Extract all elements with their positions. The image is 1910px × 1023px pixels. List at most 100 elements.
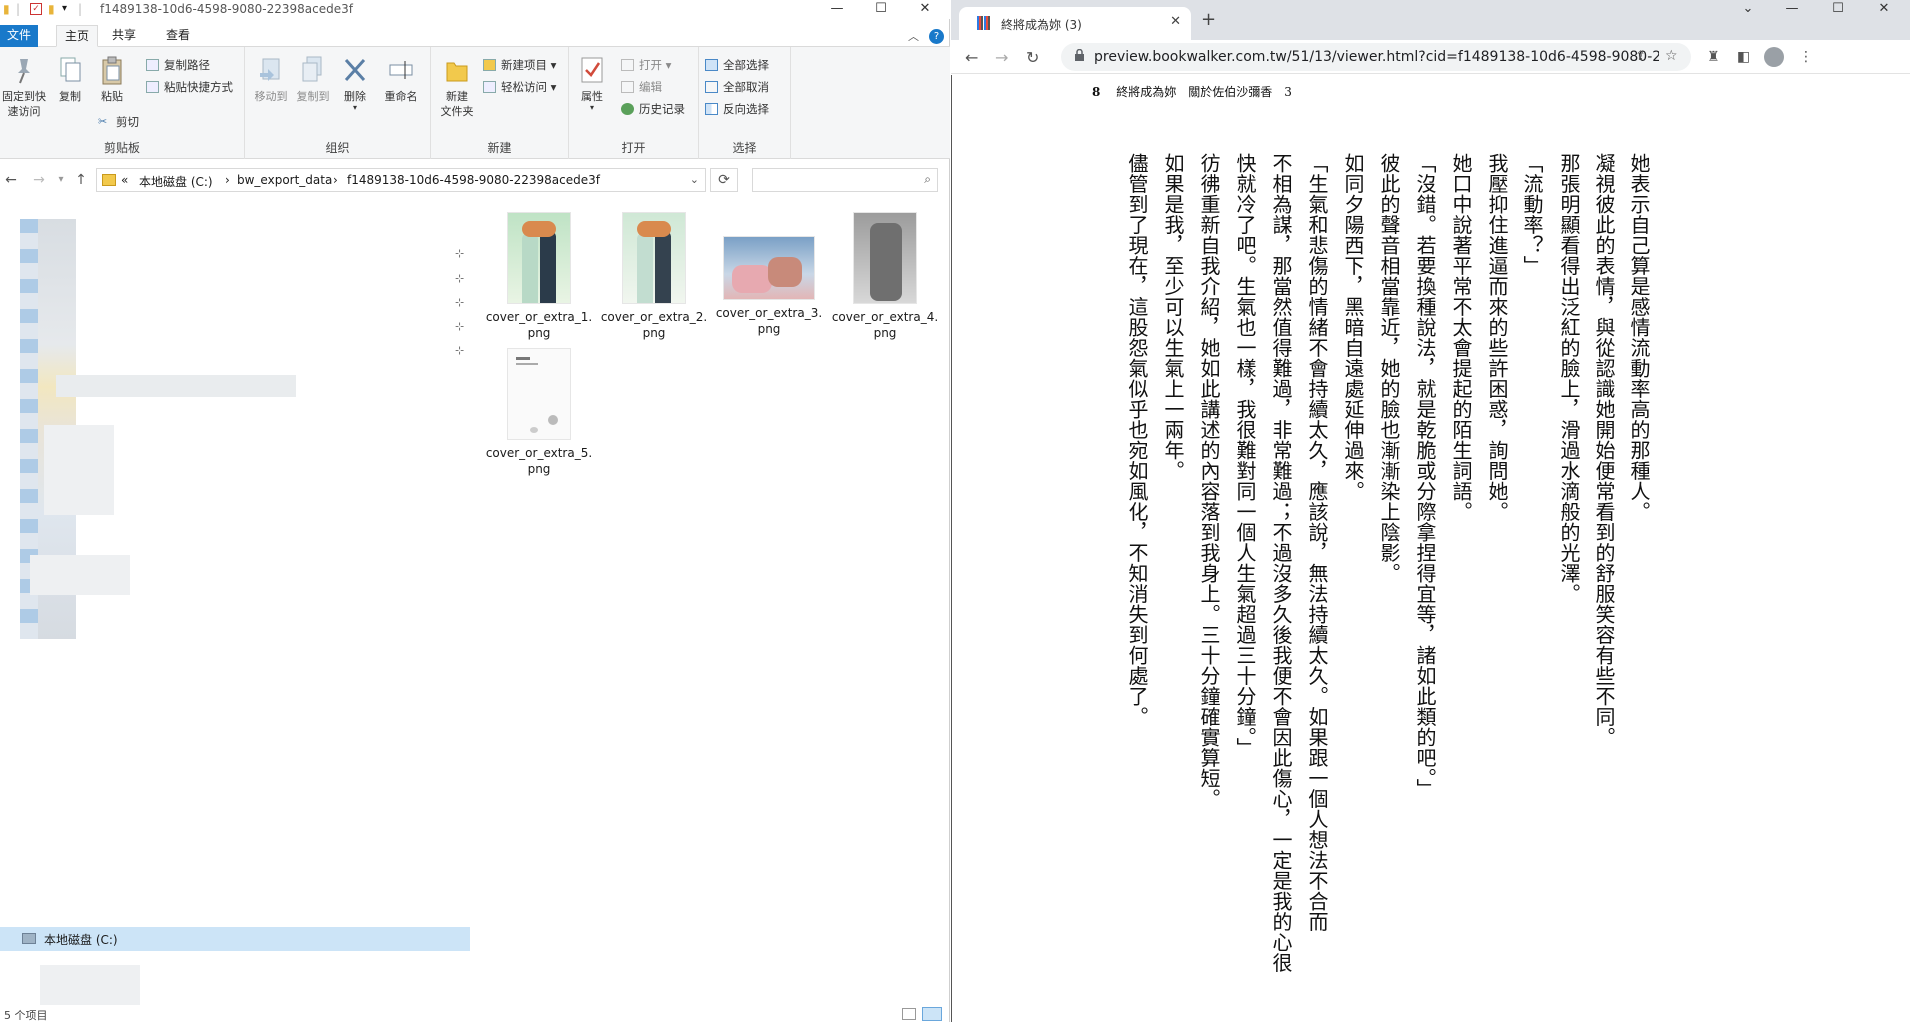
properties-label: 属性 (581, 90, 603, 103)
extension-icon[interactable]: ♜ (1707, 49, 1720, 65)
close-tab-icon[interactable]: ✕ (1170, 14, 1181, 29)
recent-locations-chevron-icon[interactable]: ▾ (50, 169, 72, 191)
paste-button[interactable]: 粘贴 (90, 55, 134, 104)
open-button[interactable]: 打开 ▾ (621, 56, 671, 74)
breadcrumb-current[interactable]: f1489138-10d6-4598-9080-22398acede3f (347, 173, 600, 187)
reload-icon[interactable]: ↻ (1026, 48, 1039, 67)
close-button[interactable]: ✕ (902, 0, 948, 19)
breadcrumb-separator[interactable]: › (225, 173, 230, 187)
pin-icon (10, 55, 38, 85)
pin-icon[interactable]: ⊹ (455, 272, 464, 285)
nav-item-local-disk[interactable]: 本地磁盘 (C:) (0, 927, 470, 951)
explorer-title-bar: ▮ | ✓ ▮ ▾ | f1489138-10d6-4598-9080-2239… (0, 0, 950, 19)
back-arrow-icon[interactable]: ← (965, 48, 978, 67)
copy-to-label: 复制到 (296, 90, 330, 103)
move-to-button[interactable]: 移动到 (249, 55, 293, 104)
forward-arrow-icon[interactable]: → (28, 169, 50, 191)
minimize-button[interactable]: — (1769, 0, 1815, 20)
maximize-button[interactable]: ☐ (858, 0, 904, 19)
browser-tab[interactable]: 終將成為妳 (3) ✕ (959, 7, 1191, 40)
pin-icon[interactable]: ⊹ (455, 296, 464, 309)
tab-share[interactable]: 共享 (104, 25, 144, 47)
page-header: 8 終將成為妳 關於佐伯沙彌香 3 (1092, 83, 1292, 100)
breadcrumb-separator[interactable]: › (333, 173, 338, 187)
pin-label-2: 速访问 (7, 105, 41, 118)
file-item[interactable]: cover_or_extra_1.png (484, 212, 594, 341)
pin-quick-access-button[interactable]: 固定到快 速访问 (0, 55, 48, 119)
copy-button[interactable]: 复制 (48, 55, 92, 104)
breadcrumb-drive[interactable]: 本地磁盘 (C:) (139, 173, 213, 190)
blurred-nav-label (56, 375, 296, 397)
up-arrow-icon[interactable]: ↑ (70, 169, 92, 191)
text-line: 她表示自己算是感情流動率高的那種人。 (1627, 153, 1651, 522)
edit-button[interactable]: 编辑 (621, 78, 662, 96)
text-line: 彼此的聲音相當靠近，她的臉也漸漸染上陰影。 (1377, 153, 1401, 584)
pin-icon[interactable]: ⊹ (455, 320, 464, 333)
copy-to-button[interactable]: 复制到 (291, 55, 335, 104)
bookmark-star-icon[interactable]: ☆ (1665, 48, 1678, 64)
minimize-button[interactable]: — (814, 0, 860, 19)
pin-icon[interactable]: ⊹ (455, 247, 464, 260)
organize-group-label: 组织 (325, 141, 350, 155)
select-group-label: 选择 (732, 141, 757, 155)
delete-button[interactable]: 删除 ▾ (337, 55, 373, 112)
close-button[interactable]: ✕ (1861, 0, 1907, 20)
open-label: 打开 ▾ (639, 58, 672, 72)
invert-selection-button[interactable]: 反向选择 (705, 100, 769, 118)
new-folder-button[interactable]: 新建 文件夹 (435, 55, 479, 119)
new-folder-quick-icon[interactable]: ▮ (48, 2, 55, 16)
tab-file[interactable]: 文件 (0, 25, 38, 47)
address-bar[interactable]: « 本地磁盘 (C:) › bw_export_data › f1489138-… (96, 168, 706, 192)
paste-shortcut-icon (146, 81, 159, 93)
refresh-icon[interactable]: ⟳ (710, 168, 738, 192)
maximize-button[interactable]: ☐ (1815, 0, 1861, 20)
easy-access-button[interactable]: 轻松访问 ▾ (483, 78, 556, 96)
select-group: 全部选择 全部取消 反向选择 选择 (699, 47, 791, 159)
select-none-icon (705, 81, 718, 93)
search-box[interactable]: ⌕ (752, 168, 938, 192)
copy-path-button[interactable]: 复制路径 (146, 56, 210, 74)
book-reader-page[interactable]: 8 終將成為妳 關於佐伯沙彌香 3 她表示自己算是感情流動率高的那種人。 凝視彼… (951, 75, 1910, 1022)
address-dropdown-chevron-icon[interactable]: ⌄ (690, 173, 699, 186)
select-all-button[interactable]: 全部选择 (705, 56, 769, 74)
open-icon (621, 59, 634, 71)
profile-avatar-icon[interactable] (1764, 47, 1784, 67)
side-panel-icon[interactable]: ◧ (1737, 49, 1750, 65)
breadcrumb-overflow[interactable]: « (121, 173, 128, 187)
file-item[interactable]: cover_or_extra_4.png (830, 212, 940, 341)
cut-button[interactable]: ✂ 剪切 (98, 113, 139, 131)
item-count: 5 个项目 (4, 1009, 48, 1022)
pin-label-1: 固定到快 (2, 90, 46, 103)
menu-kebab-icon[interactable]: ⋮ (1799, 49, 1813, 65)
file-name: cover_or_extra_2.png (600, 310, 708, 340)
properties-quick-icon[interactable]: ✓ (30, 3, 42, 15)
file-item[interactable]: cover_or_extra_5.png (484, 348, 594, 477)
copy-path-icon (146, 59, 159, 71)
rename-button[interactable]: 重命名 (379, 55, 423, 104)
clipboard-group-label: 剪贴板 (103, 141, 140, 155)
new-tab-plus-icon[interactable]: + (1201, 9, 1216, 30)
forward-arrow-icon[interactable]: → (995, 48, 1008, 67)
share-icon[interactable]: ⇪ (1635, 49, 1646, 64)
file-item[interactable]: cover_or_extra_3.png (714, 212, 824, 337)
tab-search-chevron-icon[interactable]: ⌄ (1725, 0, 1771, 20)
paste-shortcut-button[interactable]: 粘贴快捷方式 (146, 78, 233, 96)
new-item-button[interactable]: 新建项目 ▾ (483, 56, 556, 74)
back-arrow-icon[interactable]: ← (0, 169, 22, 191)
pin-icon[interactable]: ⊹ (455, 344, 464, 357)
url-bar[interactable]: preview.bookwalker.com.tw/51/13/viewer.h… (1061, 43, 1691, 71)
help-icon[interactable]: ? (929, 29, 944, 44)
details-view-icon[interactable] (902, 1008, 916, 1020)
customize-quick-access-icon[interactable]: ▾ (62, 2, 67, 16)
history-button[interactable]: 历史记录 (621, 100, 685, 118)
tab-view[interactable]: 查看 (158, 25, 198, 47)
breadcrumb-folder[interactable]: bw_export_data (237, 173, 332, 187)
file-item[interactable]: cover_or_extra_2.png (599, 212, 709, 341)
tab-home[interactable]: 主页 (56, 25, 99, 47)
collapse-ribbon-icon[interactable]: ︿ (908, 28, 919, 44)
edit-label: 编辑 (639, 80, 662, 94)
properties-icon (578, 55, 606, 85)
select-none-button[interactable]: 全部取消 (705, 78, 769, 96)
large-icons-view-icon[interactable] (922, 1007, 942, 1021)
properties-button[interactable]: 属性 ▾ (573, 55, 611, 112)
